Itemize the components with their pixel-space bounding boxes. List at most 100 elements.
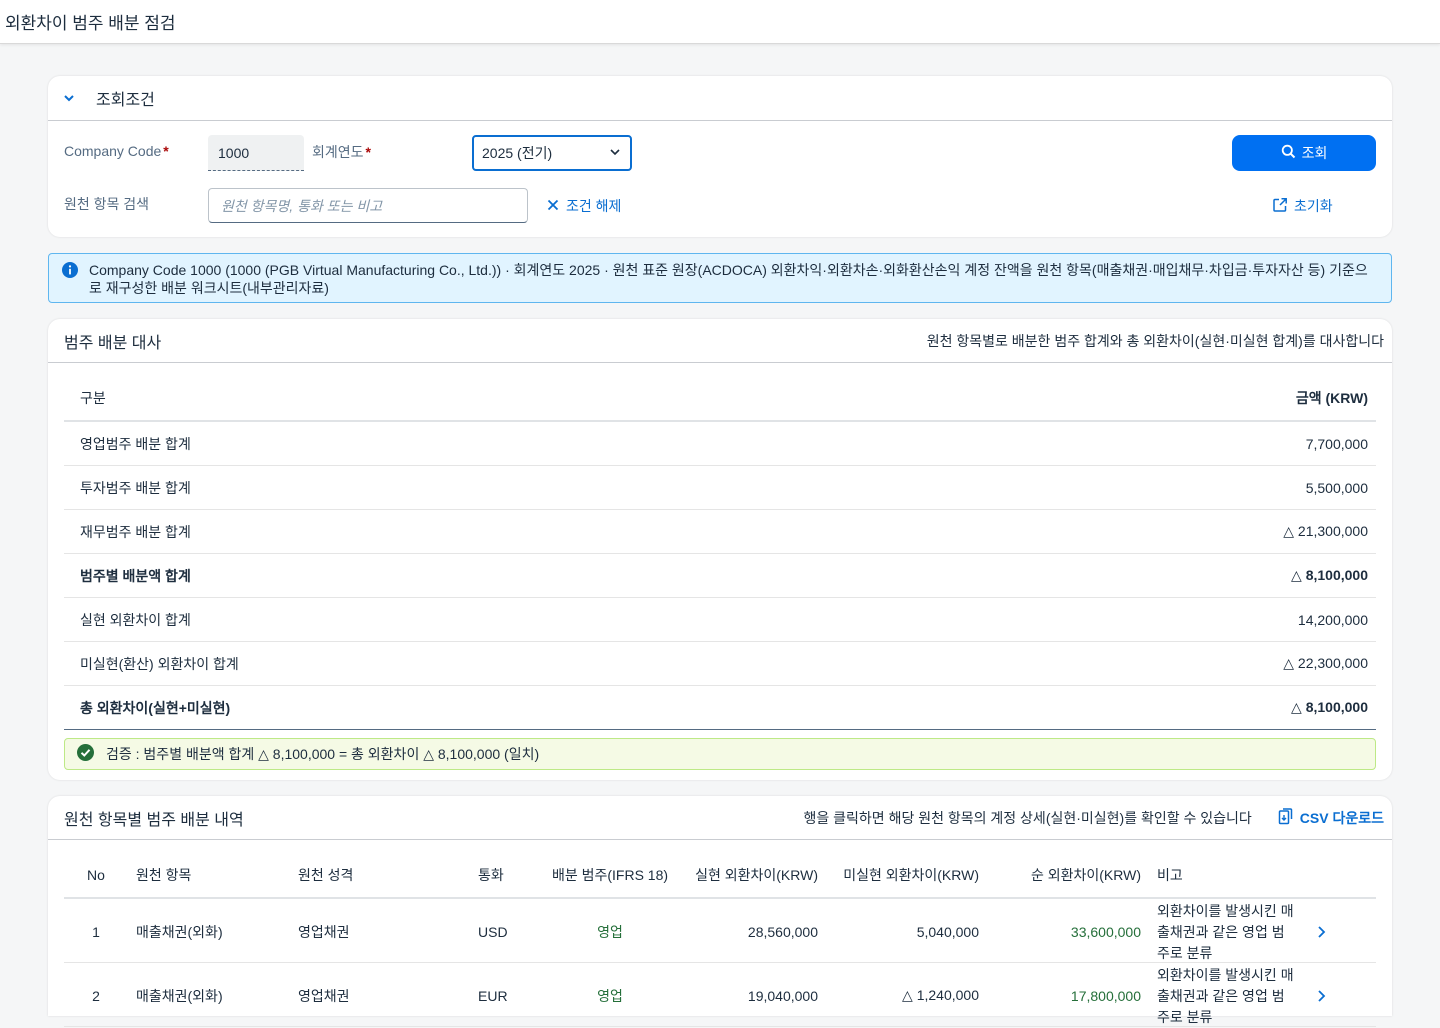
table-header: No 원천 항목 원천 성격 통화 배분 범주(IFRS 18) 실현 외환차이… (64, 853, 1376, 899)
info-icon (62, 262, 78, 278)
table-row: 미실현(환산) 외환차이 합계 △ 22,300,000 (64, 642, 1376, 686)
detail-panel: 원천 항목별 범주 배분 내역 행을 클릭하면 해당 원천 항목의 계정 상세(… (48, 796, 1392, 1027)
search-icon (1281, 144, 1296, 162)
column-header-realized: 실현 외환차이(KRW) (695, 867, 818, 883)
table-row: 실현 외환차이 합계 14,200,000 (64, 598, 1376, 642)
cell-item: 매출채권(외화) (136, 923, 223, 940)
row-amount: △ 21,300,000 (1283, 523, 1368, 539)
cell-realized: 28,560,000 (747, 923, 818, 940)
reconciliation-subtitle: 원천 항목별로 배분한 범주 합계와 총 외환차이(실현·미실현 합계)를 대사… (926, 332, 1384, 349)
row-amount: △ 8,100,000 (1291, 567, 1368, 583)
reset-button[interactable]: 초기화 (1272, 196, 1333, 216)
column-header-no: No (87, 867, 105, 883)
column-header-net: 순 외환차이(KRW) (1030, 867, 1141, 883)
filter-panel: 조회조건 Company Code * 1000 회계연도 * 2025 (전기) … (48, 76, 1392, 237)
column-header-category: 배분 범주(IFRS 18) (551, 867, 669, 883)
reconciliation-title: 범주 배분 대사 (64, 334, 162, 352)
reset-label: 초기화 (1294, 198, 1333, 214)
table-header: 구분 금액 (KRW) (64, 376, 1376, 422)
fiscal-year-value: 2025 (전기) (482, 145, 553, 161)
cell-no: 1 (92, 923, 100, 940)
chevron-right-icon[interactable] (1305, 963, 1336, 1028)
reconciliation-panel: 범주 배분 대사 원천 항목별로 배분한 범주 합계와 총 외환차이(실현·미실… (48, 319, 1392, 780)
column-header-unrealized: 미실현 외환차이(KRW) (843, 867, 979, 883)
column-header-nature: 원천 성격 (298, 867, 354, 883)
column-header-label: 구분 (80, 390, 106, 406)
table-row[interactable]: 2 매출채권(외화) 영업채권 EUR 영업 19,040,000 △ 1,24… (64, 963, 1376, 1027)
table-row-total: 총 외환차이(실현+미실현) △ 8,100,000 (64, 686, 1376, 730)
cell-item: 매출채권(외화) (136, 987, 223, 1004)
column-header-currency: 통화 (478, 867, 504, 883)
cell-currency: EUR (478, 987, 508, 1004)
csv-download-button[interactable]: CSV 다운로드 (1278, 807, 1384, 828)
search-label: 원천 항목 검색 (64, 196, 150, 212)
detail-title: 원천 항목별 범주 배분 내역 (64, 811, 244, 829)
go-button[interactable]: 조회 (1232, 135, 1376, 171)
column-header-item: 원천 항목 (136, 867, 192, 883)
required-mark: * (163, 143, 169, 159)
close-icon (546, 198, 560, 215)
go-label: 조회 (1301, 145, 1328, 161)
table-row: 투자범주 배분 합계 5,500,000 (64, 466, 1376, 510)
row-label: 총 외환차이(실현+미실현) (80, 699, 231, 716)
detail-hint: 행을 클릭하면 해당 원천 항목의 계정 상세(실현·미실현)를 확인할 수 있… (803, 809, 1252, 826)
cell-unrealized: △ 1,240,000 (902, 987, 979, 1003)
cell-net: 17,800,000 (1070, 987, 1141, 1004)
row-label: 재무범주 배분 합계 (80, 523, 191, 540)
row-label: 영업범주 배분 합계 (80, 435, 191, 452)
reconciliation-header: 범주 배분 대사 원천 항목별로 배분한 범주 합계와 총 외환차이(실현·미실… (48, 319, 1392, 363)
cell-currency: USD (478, 923, 508, 940)
row-amount: 14,200,000 (1297, 611, 1368, 628)
row-label: 투자범주 배분 합계 (80, 479, 191, 496)
clear-conditions-button[interactable]: 조건 해제 (546, 196, 621, 216)
table-row-subtotal: 범주별 배분액 합계 △ 8,100,000 (64, 554, 1376, 598)
verification-message: 검증 : 범주별 배분액 합계 △ 8,100,000 = 총 외환차이 △ 8… (64, 738, 1376, 770)
cell-realized: 19,040,000 (747, 987, 818, 1004)
row-label: 범주별 배분액 합계 (80, 567, 191, 584)
cell-nature: 영업채권 (298, 987, 350, 1004)
csv-download-label: CSV 다운로드 (1299, 809, 1384, 826)
chevron-down-icon (608, 145, 622, 162)
download-icon (1278, 807, 1294, 828)
fiscal-year-label: 회계연도 * (312, 144, 371, 160)
cell-category: 영업 (597, 987, 623, 1004)
column-header-amount: 금액 (KRW) (1295, 390, 1368, 406)
detail-header: 원천 항목별 범주 배분 내역 행을 클릭하면 해당 원천 항목의 계정 상세(… (48, 796, 1392, 840)
column-header-note: 비고 (1157, 867, 1183, 883)
cell-note: 외환차이를 발생시킨 매출채권과 같은 영업 범주로 분류 (1157, 967, 1294, 1025)
row-amount: 7,700,000 (1305, 435, 1368, 452)
cell-category: 영업 (597, 923, 623, 940)
required-mark: * (365, 144, 371, 160)
table-row[interactable]: 1 매출채권(외화) 영업채권 USD 영업 28,560,000 5,040,… (64, 899, 1376, 963)
row-amount: △ 8,100,000 (1291, 699, 1368, 715)
company-code-field[interactable]: 1000 (208, 135, 304, 171)
fiscal-year-select[interactable]: 2025 (전기) (472, 135, 632, 171)
info-text: Company Code 1000 (1000 (PGB Virtual Man… (89, 262, 1368, 296)
info-message-strip: Company Code 1000 (1000 (PGB Virtual Man… (48, 253, 1392, 303)
company-code-label: Company Code * (64, 143, 169, 159)
shell-bar: 외환차이 범주 배분 점검 (0, 0, 1440, 44)
detail-table: No 원천 항목 원천 성격 통화 배분 범주(IFRS 18) 실현 외환차이… (64, 853, 1376, 1027)
chevron-right-icon[interactable] (1305, 899, 1336, 964)
reconciliation-table: 구분 금액 (KRW) 영업범주 배분 합계 7,700,000 투자범주 배분 … (64, 376, 1376, 730)
row-label: 미실현(환산) 외환차이 합계 (80, 655, 239, 672)
success-check-icon (77, 744, 94, 764)
filter-title: 조회조건 (96, 92, 155, 109)
reset-icon (1272, 197, 1288, 216)
row-amount: 5,500,000 (1305, 479, 1368, 496)
row-label: 실현 외환차이 합계 (80, 611, 191, 628)
cell-note: 외환차이를 발생시킨 매출채권과 같은 영업 범주로 분류 (1157, 903, 1294, 961)
app-title: 외환차이 범주 배분 점검 (5, 14, 176, 33)
search-input[interactable] (208, 188, 528, 223)
filter-header[interactable]: 조회조건 (48, 76, 1392, 121)
clear-conditions-label: 조건 해제 (566, 198, 622, 214)
row-amount: △ 22,300,000 (1283, 655, 1368, 671)
cell-net: 33,600,000 (1070, 923, 1141, 940)
table-row: 재무범주 배분 합계 △ 21,300,000 (64, 510, 1376, 554)
verification-text: 검증 : 범주별 배분액 합계 △ 8,100,000 = 총 외환차이 △ 8… (106, 746, 540, 762)
cell-nature: 영업채권 (298, 923, 350, 940)
cell-unrealized: 5,040,000 (916, 923, 979, 940)
cell-no: 2 (92, 987, 100, 1004)
chevron-down-icon[interactable] (62, 91, 76, 105)
table-row: 영업범주 배분 합계 7,700,000 (64, 422, 1376, 466)
